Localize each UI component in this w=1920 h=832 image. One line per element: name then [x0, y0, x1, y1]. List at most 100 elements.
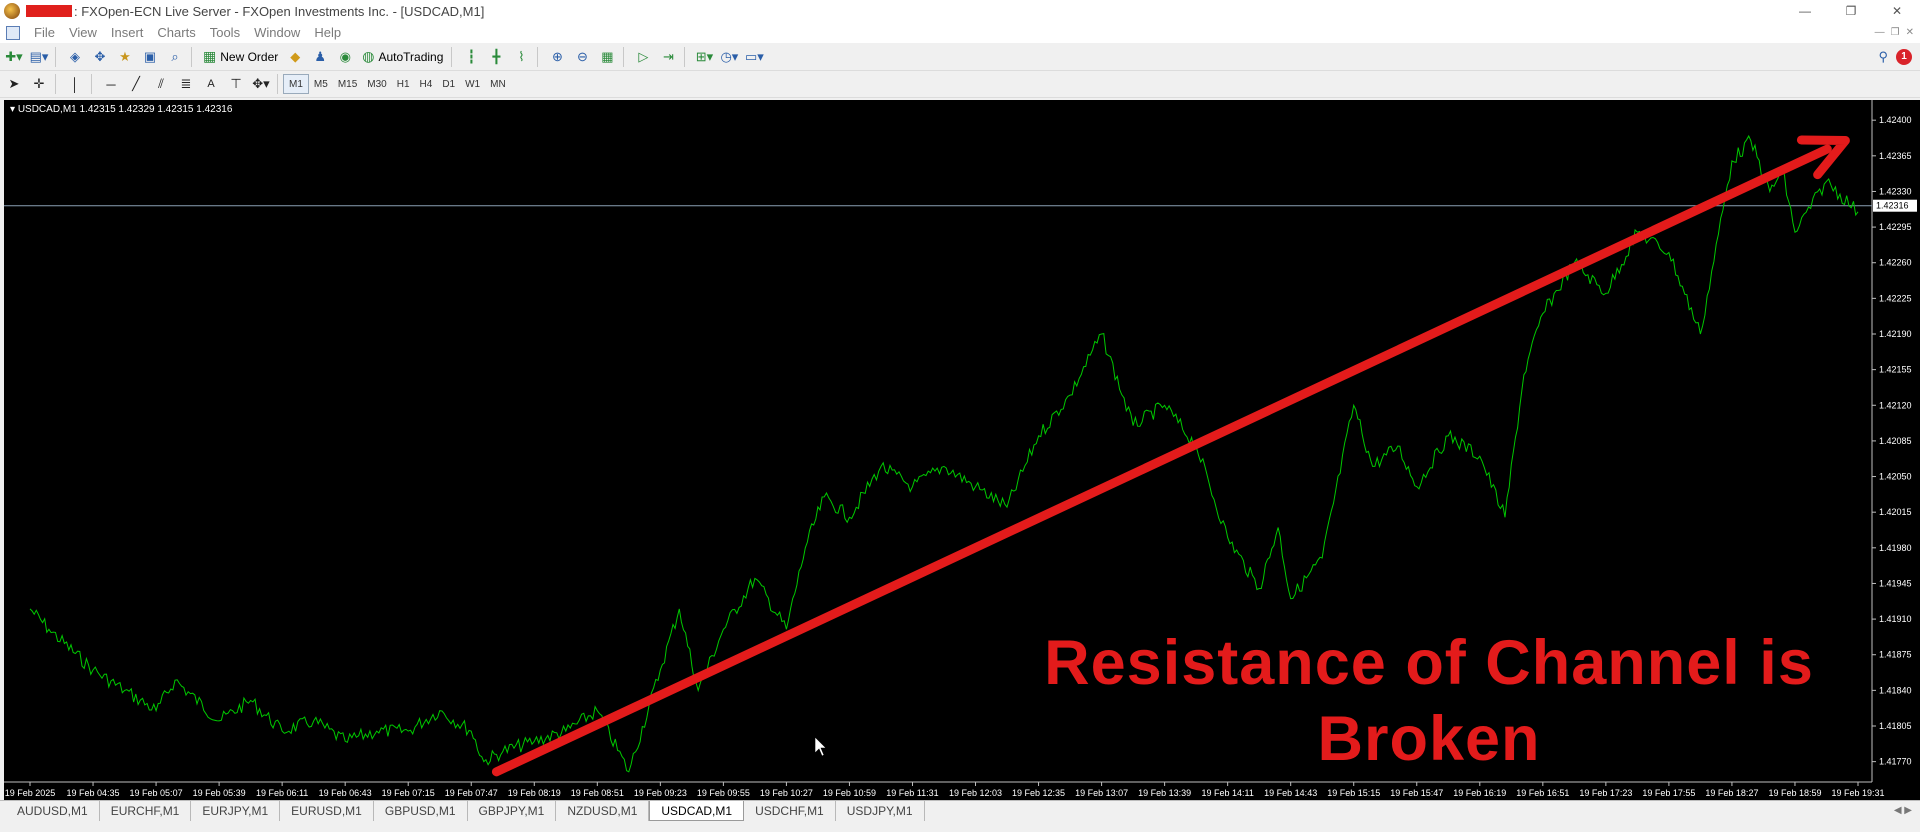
mdi-minimize-icon[interactable]: —: [1875, 27, 1885, 38]
mdi-close-icon[interactable]: ✕: [1906, 27, 1914, 38]
horizontal-line-icon[interactable]: ─: [100, 73, 122, 95]
menu-insert[interactable]: Insert: [111, 25, 144, 40]
signals-icon[interactable]: ♟: [309, 46, 331, 68]
timeframe-m1[interactable]: M1: [283, 74, 309, 94]
y-tick-label: 1.41840: [1879, 685, 1912, 695]
text-label-icon[interactable]: ⊤: [225, 73, 247, 95]
y-tick-label: 1.42120: [1879, 400, 1912, 410]
tab-scroll-arrows[interactable]: ◀ ▶: [1894, 801, 1912, 816]
new-chart-icon[interactable]: ✚▾: [3, 46, 25, 68]
x-tick-label: 19 Feb 09:23: [634, 788, 687, 798]
y-tick-label: 1.42295: [1879, 222, 1912, 232]
chart-tab-gbpjpy[interactable]: GBPJPY,M1: [468, 801, 557, 821]
x-tick-label: 19 Feb 11:31: [886, 788, 938, 798]
timeframe-w1[interactable]: W1: [460, 74, 485, 94]
new-order-button[interactable]: ▦ New Order: [200, 46, 281, 68]
data-window-icon[interactable]: ✥: [89, 46, 111, 68]
timeframe-m15[interactable]: M15: [333, 74, 362, 94]
chart-tab-nzdusd[interactable]: NZDUSD,M1: [556, 801, 650, 821]
chart-tab-usdcad[interactable]: USDCAD,M1: [649, 801, 745, 821]
toolbar-separator: [623, 46, 625, 67]
chart-tab-eurusd[interactable]: EURUSD,M1: [280, 801, 374, 821]
close-icon[interactable]: ✕: [1874, 0, 1920, 22]
menu-bar: File View Insert Charts Tools Window Hel…: [0, 22, 1920, 43]
chart-tab-audusd[interactable]: AUDUSD,M1: [6, 801, 100, 821]
cursor-icon[interactable]: ➤: [3, 73, 25, 95]
terminal-icon[interactable]: ▣: [139, 46, 161, 68]
annotation-line-1: Resistance of Channel is: [1044, 628, 1814, 698]
menu-view[interactable]: View: [69, 25, 97, 40]
market-watch-icon[interactable]: ◈: [64, 46, 86, 68]
x-tick-label: 19 Feb 05:39: [193, 788, 246, 798]
chart-annotation-text: Resistance of Channel is Broken: [1034, 625, 1824, 777]
search-icon[interactable]: ⚲: [1878, 49, 1888, 65]
channel-icon[interactable]: ⫽: [150, 73, 172, 95]
document-icon[interactable]: [6, 25, 20, 40]
zoom-out-icon[interactable]: ⊖: [571, 46, 593, 68]
crosshair-icon[interactable]: ✛: [28, 73, 50, 95]
line-chart-icon[interactable]: ⌇: [510, 46, 532, 68]
restore-icon[interactable]: ❐: [1828, 0, 1874, 22]
x-tick-label: 19 Feb 14:11: [1201, 788, 1253, 798]
templates-icon[interactable]: ▭▾: [743, 46, 765, 68]
timeframe-m30[interactable]: M30: [362, 74, 391, 94]
x-tick-label: 19 Feb 17:23: [1579, 788, 1632, 798]
x-tick-label: 19 Feb 07:47: [445, 788, 498, 798]
title-bar: : FXOpen-ECN Live Server - FXOpen Invest…: [0, 0, 1920, 22]
timeframe-mn[interactable]: MN: [485, 74, 511, 94]
x-tick-label: 19 Feb 18:27: [1705, 788, 1758, 798]
y-tick-label: 1.41980: [1879, 543, 1912, 553]
strategy-tester-icon[interactable]: ⌕: [164, 46, 186, 68]
chart-tab-eurjpy[interactable]: EURJPY,M1: [191, 801, 281, 821]
chart-tab-gbpusd[interactable]: GBPUSD,M1: [374, 801, 468, 821]
minimize-icon[interactable]: —: [1782, 0, 1828, 22]
indicators-icon[interactable]: ⊞▾: [693, 46, 715, 68]
profiles-icon[interactable]: ▤▾: [28, 46, 50, 68]
fibonacci-icon[interactable]: ≣: [175, 73, 197, 95]
candlestick-icon[interactable]: ╋: [485, 46, 507, 68]
chart-tabs-bar: AUDUSD,M1 EURCHF,M1 EURJPY,M1 EURUSD,M1 …: [0, 800, 1920, 832]
menu-file[interactable]: File: [34, 25, 55, 40]
vps-icon[interactable]: ◉: [334, 46, 356, 68]
x-tick-label: 19 Feb 10:59: [823, 788, 876, 798]
trendline-icon[interactable]: ╱: [125, 73, 147, 95]
autotrading-button[interactable]: ◍ AutoTrading: [359, 46, 446, 68]
toolbar-right: ⚲ 1: [1878, 48, 1912, 65]
metaeditor-icon[interactable]: ◆: [284, 46, 306, 68]
timeframe-d1[interactable]: D1: [437, 74, 460, 94]
vertical-line-icon[interactable]: │: [64, 73, 86, 95]
y-tick-label: 1.42225: [1879, 293, 1912, 303]
text-icon[interactable]: A: [200, 73, 222, 95]
tile-windows-icon[interactable]: ▦: [596, 46, 618, 68]
window-controls: — ❐ ✕: [1782, 0, 1920, 22]
menu-window[interactable]: Window: [254, 25, 300, 40]
timeframe-h4[interactable]: H4: [415, 74, 438, 94]
notifications-badge[interactable]: 1: [1896, 48, 1912, 65]
bid-price-label: 1.42316: [1876, 201, 1909, 211]
y-tick-label: 1.41910: [1879, 614, 1912, 624]
arrows-icon[interactable]: ✥▾: [250, 73, 272, 95]
toolbar-separator: [537, 46, 539, 67]
chart-ohlc-text: USDCAD,M1 1.42315 1.42329 1.42315 1.4231…: [17, 104, 233, 115]
chart-shift-icon[interactable]: ⇥: [657, 46, 679, 68]
zoom-in-icon[interactable]: ⊕: [546, 46, 568, 68]
toolbar-separator: [91, 74, 92, 94]
x-tick-label: 19 Feb 17:55: [1642, 788, 1695, 798]
timeframe-m5[interactable]: M5: [309, 74, 333, 94]
autoscroll-icon[interactable]: ▷: [632, 46, 654, 68]
menu-tools[interactable]: Tools: [210, 25, 240, 40]
chart-tab-eurchf[interactable]: EURCHF,M1: [100, 801, 192, 821]
menu-charts[interactable]: Charts: [157, 25, 195, 40]
mdi-restore-icon[interactable]: ❐: [1891, 27, 1900, 38]
annotation-line-2: Broken: [1317, 704, 1541, 774]
y-tick-label: 1.42260: [1879, 258, 1912, 268]
chart-tab-usdjpy[interactable]: USDJPY,M1: [836, 801, 925, 821]
bar-chart-icon[interactable]: ┇: [460, 46, 482, 68]
navigator-icon[interactable]: ★: [114, 46, 136, 68]
chart-tab-usdchf[interactable]: USDCHF,M1: [744, 801, 836, 821]
chart-window[interactable]: 1.42400 1.42365 1.42330 1.42295 1.42260 1.422…: [4, 100, 1920, 800]
x-tick-label: 19 Feb 12:03: [949, 788, 1002, 798]
timeframe-h1[interactable]: H1: [392, 74, 415, 94]
menu-help[interactable]: Help: [314, 25, 341, 40]
periods-icon[interactable]: ◷▾: [718, 46, 740, 68]
